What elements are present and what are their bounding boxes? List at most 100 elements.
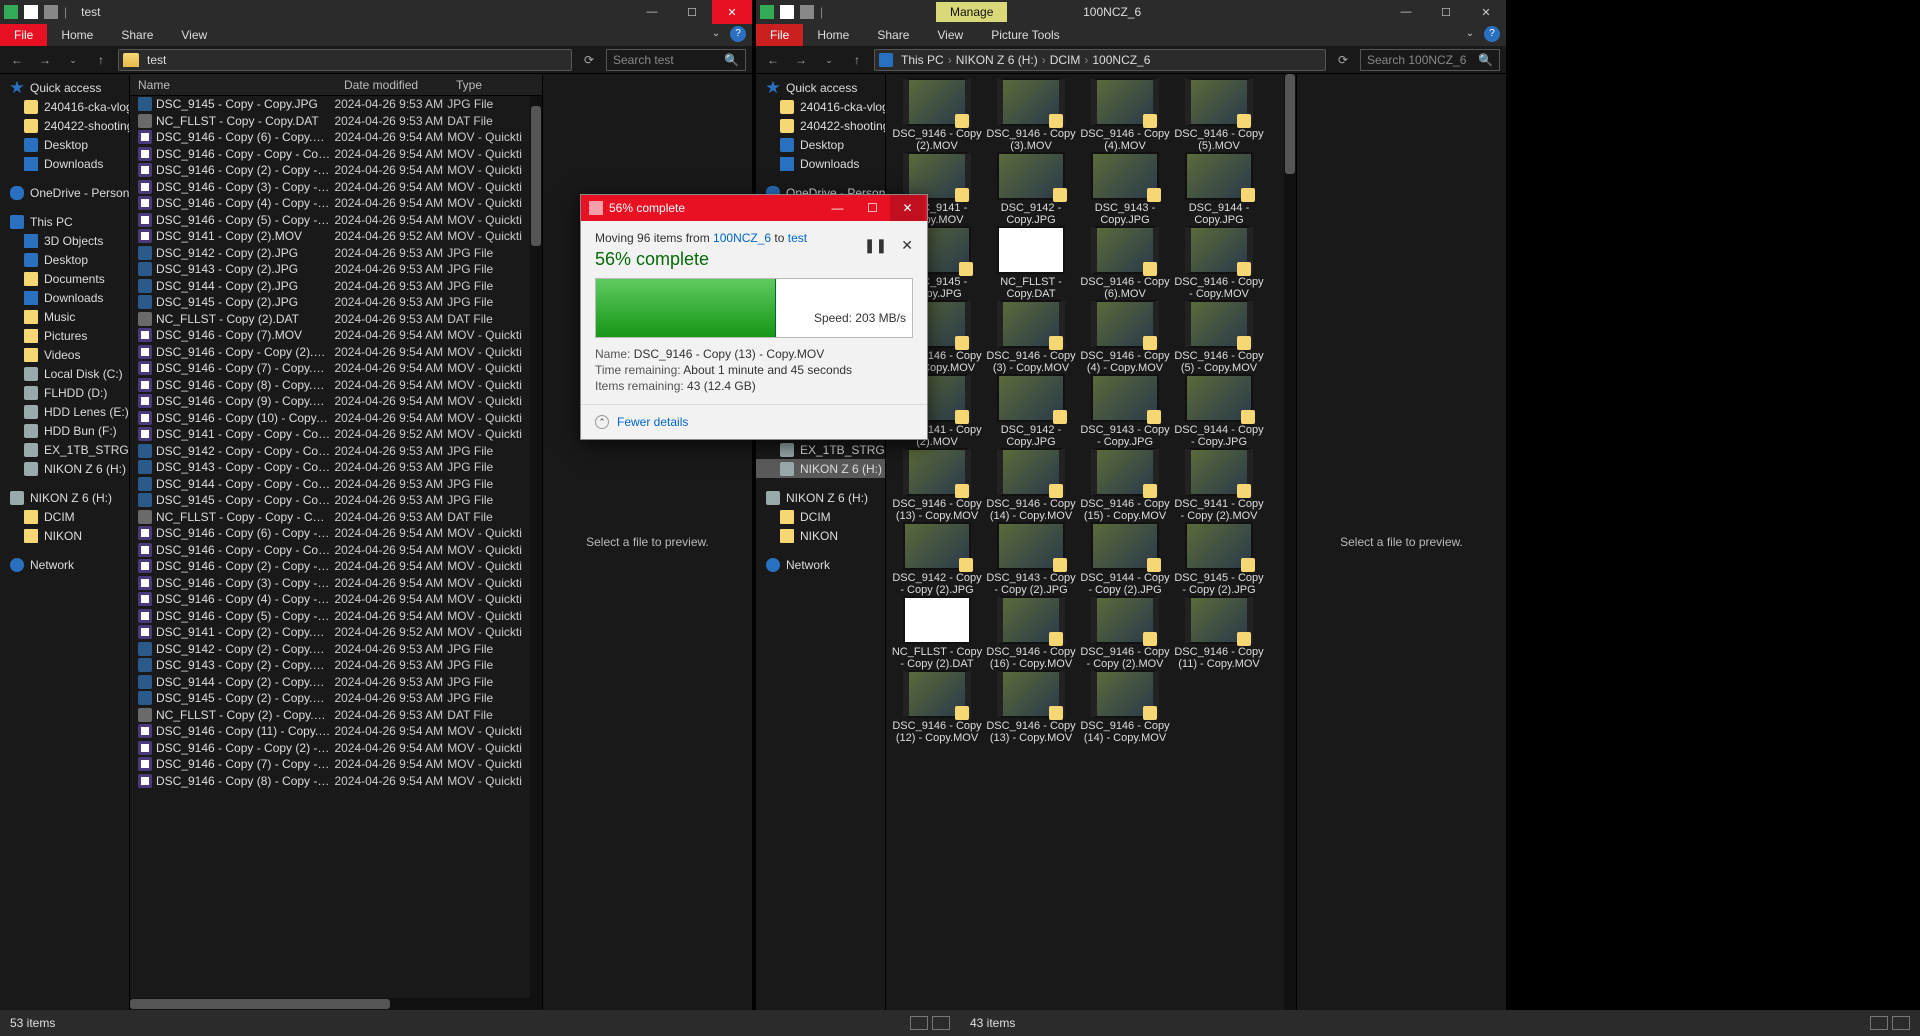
qat-save-icon[interactable] bbox=[780, 5, 794, 19]
view-details-icon[interactable] bbox=[1870, 1016, 1888, 1030]
thumbnail-item[interactable]: DSC_9144 - Copy - Copy.JPG bbox=[1172, 374, 1266, 448]
forward-button[interactable]: → bbox=[34, 49, 56, 71]
file-row[interactable]: DSC_9146 - Copy (4) - Copy - Copy - C...… bbox=[130, 591, 542, 608]
history-dropdown[interactable]: ⌄ bbox=[818, 49, 840, 71]
tab-manage-context[interactable]: Manage bbox=[936, 2, 1007, 22]
file-row[interactable]: DSC_9143 - Copy (2).JPG2024-04-26 9:53 A… bbox=[130, 261, 542, 278]
nav-item-vid[interactable]: Videos bbox=[0, 345, 129, 364]
file-row[interactable]: DSC_9146 - Copy (4) - Copy - Copy.MOV202… bbox=[130, 195, 542, 212]
thumbnail-item[interactable]: DSC_9141 - Copy - Copy (2).MOV bbox=[1172, 448, 1266, 522]
qat-props-icon[interactable] bbox=[44, 5, 58, 19]
tab-view[interactable]: View bbox=[167, 24, 221, 46]
file-row[interactable]: DSC_9141 - Copy (2).MOV2024-04-26 9:52 A… bbox=[130, 228, 542, 245]
file-row[interactable]: DSC_9146 - Copy (3) - Copy - Copy.MOV202… bbox=[130, 179, 542, 196]
qat-props-icon[interactable] bbox=[800, 5, 814, 19]
file-row[interactable]: DSC_9146 - Copy (10) - Copy.MOV2024-04-2… bbox=[130, 410, 542, 427]
thumbnail-item[interactable]: DSC_9146 - Copy (4).MOV bbox=[1078, 78, 1172, 152]
address-field[interactable]: This PC›NIKON Z 6 (H:)›DCIM›100NCZ_6 bbox=[874, 49, 1326, 71]
nav-item-dcim[interactable]: DCIM bbox=[0, 507, 129, 526]
file-row[interactable]: DSC_9146 - Copy (8) - Copy.MOV2024-04-26… bbox=[130, 377, 542, 394]
nav-item-p1[interactable]: 240416-cka-vlog bbox=[756, 97, 885, 116]
nav-item-p2[interactable]: 240422-shooting-cr bbox=[0, 116, 129, 135]
minimize-button[interactable]: — bbox=[1386, 0, 1426, 24]
file-row[interactable]: NC_FLLST - Copy (2).DAT2024-04-26 9:53 A… bbox=[130, 311, 542, 328]
dialog-close[interactable]: ✕ bbox=[890, 195, 925, 221]
file-row[interactable]: DSC_9146 - Copy (5) - Copy - Copy - C...… bbox=[130, 608, 542, 625]
thumbnail-item[interactable]: DSC_9146 - Copy (5).MOV bbox=[1172, 78, 1266, 152]
file-row[interactable]: DSC_9145 - Copy (2).JPG2024-04-26 9:53 A… bbox=[130, 294, 542, 311]
nav-item-nikon[interactable]: NIKON bbox=[756, 526, 885, 545]
nav-item-dl[interactable]: Downloads bbox=[0, 154, 129, 173]
file-row[interactable]: DSC_9146 - Copy - Copy (2).MOV2024-04-26… bbox=[130, 344, 542, 361]
thumbnail-item[interactable]: DSC_9146 - Copy - Copy (2).MOV bbox=[1078, 596, 1172, 670]
file-row[interactable]: DSC_9146 - Copy (3) - Copy - Copy - C...… bbox=[130, 575, 542, 592]
file-row[interactable]: DSC_9146 - Copy (2) - Copy - Copy - Co..… bbox=[130, 558, 542, 575]
navigation-pane[interactable]: Quick access240416-cka-vlog240422-shooti… bbox=[0, 74, 130, 1010]
tab-file[interactable]: File bbox=[756, 24, 803, 46]
nav-item-desk2[interactable]: Desktop bbox=[0, 250, 129, 269]
thumbnail-item[interactable]: DSC_9146 - Copy (3).MOV bbox=[984, 78, 1078, 152]
file-row[interactable]: NC_FLLST - Copy - Copy.DAT2024-04-26 9:5… bbox=[130, 113, 542, 130]
col-date[interactable]: Date modified bbox=[336, 78, 448, 92]
nav-item-dcim[interactable]: DCIM bbox=[756, 507, 885, 526]
file-row[interactable]: DSC_9143 - Copy (2) - Copy.JPG2024-04-26… bbox=[130, 657, 542, 674]
nav-item-nikon[interactable]: NIKON bbox=[0, 526, 129, 545]
file-row[interactable]: DSC_9145 - Copy - Copy.JPG2024-04-26 9:5… bbox=[130, 96, 542, 113]
nav-item-p1[interactable]: 240416-cka-vlog bbox=[0, 97, 129, 116]
refresh-button[interactable]: ⟳ bbox=[1332, 49, 1354, 71]
minimize-button[interactable]: — bbox=[632, 0, 672, 24]
column-headers[interactable]: Name Date modified Type bbox=[130, 74, 542, 96]
nav-item-h[interactable]: NIKON Z 6 (H:) bbox=[0, 459, 129, 478]
tab-view[interactable]: View bbox=[923, 24, 977, 46]
close-button[interactable]: ✕ bbox=[1466, 0, 1506, 24]
maximize-button[interactable]: ☐ bbox=[1426, 0, 1466, 24]
breadcrumb[interactable]: test bbox=[145, 53, 168, 67]
file-row[interactable]: NC_FLLST - Copy (2) - Copy.DAT2024-04-26… bbox=[130, 707, 542, 724]
nav-item-h[interactable]: NIKON Z 6 (H:) bbox=[756, 459, 885, 478]
vertical-scrollbar[interactable] bbox=[530, 96, 542, 1010]
nav-item-dl2[interactable]: Downloads bbox=[0, 288, 129, 307]
breadcrumb[interactable]: 100NCZ_6 bbox=[1090, 53, 1152, 67]
file-row[interactable]: DSC_9146 - Copy (6) - Copy.MOV2024-04-26… bbox=[130, 129, 542, 146]
fewer-details-toggle[interactable]: ⌃ Fewer details bbox=[581, 404, 927, 439]
nav-item-desk[interactable]: Desktop bbox=[756, 135, 885, 154]
file-row[interactable]: DSC_9146 - Copy (9) - Copy.MOV2024-04-26… bbox=[130, 393, 542, 410]
dialog-minimize[interactable]: — bbox=[820, 195, 855, 221]
nav-item-g[interactable]: EX_1TB_STRG (G:) bbox=[756, 440, 885, 459]
nav-item-c[interactable]: Local Disk (C:) bbox=[0, 364, 129, 383]
file-row[interactable]: DSC_9146 - Copy - Copy - Copy - Copy....… bbox=[130, 542, 542, 559]
thumbnail-item[interactable]: DSC_9142 - Copy.JPG bbox=[984, 152, 1078, 226]
thumbnail-item[interactable]: NC_FLLST - Copy.DAT bbox=[984, 226, 1078, 300]
refresh-button[interactable]: ⟳ bbox=[578, 49, 600, 71]
address-field[interactable]: test bbox=[118, 49, 572, 71]
nav-item-docs[interactable]: Documents bbox=[0, 269, 129, 288]
nav-item-obj[interactable]: 3D Objects bbox=[0, 231, 129, 250]
thumbnail-item[interactable]: DSC_9146 - Copy (16) - Copy.MOV bbox=[984, 596, 1078, 670]
history-dropdown[interactable]: ⌄ bbox=[62, 49, 84, 71]
thumbnail-item[interactable]: DSC_9146 - Copy - Copy.MOV bbox=[1172, 226, 1266, 300]
thumbnail-item[interactable]: DSC_9143 - Copy - Copy (2).JPG bbox=[984, 522, 1078, 596]
file-list[interactable]: DSC_9145 - Copy - Copy.JPG2024-04-26 9:5… bbox=[130, 96, 542, 1010]
tab-share[interactable]: Share bbox=[107, 24, 167, 46]
thumbnail-item[interactable]: DSC_9146 - Copy (2).MOV bbox=[890, 78, 984, 152]
file-row[interactable]: DSC_9146 - Copy - Copy (2) - Copy.MOV202… bbox=[130, 740, 542, 757]
file-row[interactable]: DSC_9141 - Copy (2) - Copy.MOV2024-04-26… bbox=[130, 624, 542, 641]
file-row[interactable]: DSC_9142 - Copy (2) - Copy.JPG2024-04-26… bbox=[130, 641, 542, 658]
file-row[interactable]: DSC_9144 - Copy (2).JPG2024-04-26 9:53 A… bbox=[130, 278, 542, 295]
file-row[interactable]: DSC_9146 - Copy (11) - Copy.MOV2024-04-2… bbox=[130, 723, 542, 740]
file-row[interactable]: DSC_9142 - Copy (2).JPG2024-04-26 9:53 A… bbox=[130, 245, 542, 262]
breadcrumb[interactable]: This PC bbox=[899, 53, 946, 67]
back-button[interactable]: ← bbox=[762, 49, 784, 71]
thumbnail-item[interactable]: DSC_9143 - Copy - Copy.JPG bbox=[1078, 374, 1172, 448]
up-button[interactable]: ↑ bbox=[90, 49, 112, 71]
thumbnail-item[interactable]: DSC_9144 - Copy.JPG bbox=[1172, 152, 1266, 226]
expand-ribbon-icon[interactable]: ⌄ bbox=[1462, 26, 1478, 42]
thumbnail-item[interactable]: DSC_9145 - Copy - Copy (2).JPG bbox=[1172, 522, 1266, 596]
view-large-icon[interactable] bbox=[932, 1016, 950, 1030]
nav-item-h2[interactable]: NIKON Z 6 (H:) bbox=[756, 488, 885, 507]
tab-home[interactable]: Home bbox=[47, 24, 107, 46]
thumbnail-item[interactable]: DSC_9142 - Copy - Copy (2).JPG bbox=[890, 522, 984, 596]
dialog-maximize[interactable]: ☐ bbox=[855, 195, 890, 221]
nav-item-p2[interactable]: 240422-shooting-cr bbox=[756, 116, 885, 135]
nav-item-qa[interactable]: Quick access bbox=[0, 78, 129, 97]
